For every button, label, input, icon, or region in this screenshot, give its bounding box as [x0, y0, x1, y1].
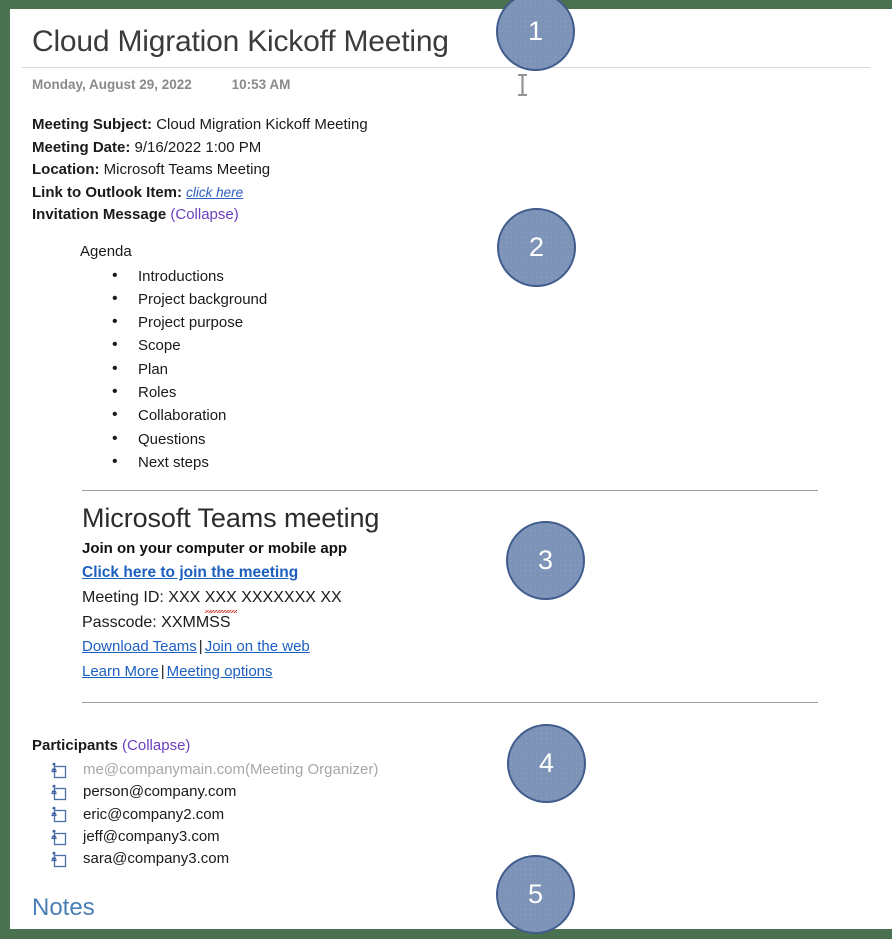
page-datetime: Monday, August 29, 2022 10:53 AM — [32, 77, 892, 92]
list-item: Next steps — [112, 450, 892, 474]
join-on-the-web-link[interactable]: Join on the web — [205, 638, 310, 655]
teams-meeting-title: Microsoft Teams meeting — [82, 503, 380, 534]
meeting-date-value: 9/16/2022 1:00 PM — [134, 138, 262, 156]
list-item: Questions — [112, 427, 892, 451]
participant-email: jeff@company3.com — [83, 828, 220, 846]
page-time: 10:53 AM — [231, 77, 291, 92]
list-item: Collaboration — [112, 403, 892, 427]
invitation-collapse-toggle[interactable]: (Collapse) — [170, 206, 238, 223]
teams-passcode-row: Passcode: XXMMSS — [82, 610, 892, 635]
outlook-click-here-link[interactable]: click here — [186, 185, 243, 200]
location-value: Microsoft Teams Meeting — [103, 161, 271, 178]
participants-list: me@companymain.com(Meeting Organizer) pe… — [10, 759, 892, 870]
teams-join-subtitle: Join on your computer or mobile app — [82, 540, 348, 558]
list-item: sara@company3.com — [51, 848, 892, 870]
list-item: Scope — [112, 333, 892, 357]
screenshot-root: Cloud Migration Kickoff Meeting Monday, … — [0, 0, 892, 939]
list-item: Project background — [112, 287, 892, 311]
passcode-value: XXMMSS — [161, 614, 231, 632]
participant-email: eric@company2.com — [83, 805, 225, 823]
outlook-link-label: Link to Outlook Item: — [32, 183, 182, 201]
teams-block-divider-top — [82, 490, 818, 492]
teams-links-row-1: Download Teams | Join on the web — [82, 635, 892, 660]
frame-border-left — [0, 0, 10, 939]
meeting-date-label: Meeting Date: — [32, 138, 131, 156]
meeting-id-label: Meeting ID: — [82, 589, 164, 607]
field-outlook-link: Link to Outlook Item: click here — [32, 182, 892, 205]
contact-card-icon — [51, 851, 67, 868]
contact-card-icon — [51, 784, 67, 801]
link-separator: | — [198, 638, 203, 656]
teams-links-row-2: Learn More | Meeting options — [82, 660, 892, 685]
onenote-page-body: Cloud Migration Kickoff Meeting Monday, … — [10, 9, 892, 929]
invitation-message-label: Invitation Message — [32, 206, 167, 223]
teams-join-row: Click here to join the meeting — [82, 560, 892, 585]
frame-border-bottom — [0, 929, 892, 939]
field-location: Location: Microsoft Teams Meeting — [32, 159, 892, 182]
contact-card-icon — [51, 807, 67, 823]
notes-heading: Notes — [32, 893, 95, 921]
callout-badge-4: 4 — [507, 724, 586, 803]
contact-card-icon — [51, 762, 67, 778]
participant-email: me@companymain.com(Meeting Organizer) — [83, 761, 379, 779]
participants-heading: Participants — [32, 737, 118, 755]
list-item: Plan — [112, 357, 892, 381]
callout-badge-5: 5 — [496, 855, 575, 934]
participants-collapse-toggle[interactable]: (Collapse) — [122, 737, 190, 754]
participant-email: person@company.com — [83, 783, 237, 801]
list-item: person@company.com — [51, 781, 892, 803]
title-divider — [22, 67, 870, 68]
list-item: me@companymain.com(Meeting Organizer) — [51, 759, 892, 781]
page-date: Monday, August 29, 2022 — [32, 77, 192, 92]
list-item: Roles — [112, 380, 892, 404]
field-meeting-date: Meeting Date: 9/16/2022 1:00 PM — [32, 137, 892, 160]
teams-block-divider-bottom — [82, 702, 818, 704]
contact-card-icon — [51, 829, 67, 845]
field-invitation-message: Invitation Message (Collapse) — [32, 204, 892, 227]
learn-more-link[interactable]: Learn More — [82, 663, 159, 680]
meeting-id-part-1: XXX — [168, 589, 201, 607]
meeting-options-link[interactable]: Meeting options — [167, 663, 273, 680]
meeting-subject-value: Cloud Migration Kickoff Meeting — [156, 116, 368, 133]
meeting-id-part-2: XXX — [204, 585, 237, 614]
callout-badge-3: 3 — [506, 521, 585, 600]
list-item: Project purpose — [112, 310, 892, 334]
list-item: eric@company2.com — [51, 804, 892, 826]
passcode-label: Passcode: — [82, 614, 157, 632]
meeting-details: Meeting Subject: Cloud Migration Kickoff… — [32, 114, 892, 227]
participant-email: sara@company3.com — [83, 850, 230, 868]
download-teams-link[interactable]: Download Teams — [82, 638, 197, 655]
teams-meeting-id-row: Meeting ID: XXX XXX XXXXXXX XX — [82, 585, 892, 614]
page-title: Cloud Migration Kickoff Meeting — [32, 25, 449, 58]
link-separator: | — [160, 662, 165, 680]
participants-heading-row: Participants (Collapse) — [32, 735, 892, 757]
list-item: jeff@company3.com — [51, 826, 892, 848]
location-label: Location: — [32, 161, 100, 178]
frame-border-top — [0, 0, 892, 9]
teams-join-meeting-link[interactable]: Click here to join the meeting — [82, 564, 298, 581]
teams-meeting-block: Microsoft Teams meeting Join on your com… — [82, 501, 892, 684]
callout-badge-2: 2 — [497, 208, 576, 287]
meeting-id-part-3: XXXXXXX XX — [241, 589, 342, 607]
agenda-list: Introductions Project background Project… — [10, 263, 892, 475]
agenda-heading: Agenda — [80, 242, 132, 260]
text-cursor-ibeam — [518, 74, 527, 96]
field-meeting-subject: Meeting Subject: Cloud Migration Kickoff… — [32, 114, 892, 137]
meeting-subject-label: Meeting Subject: — [32, 116, 153, 133]
